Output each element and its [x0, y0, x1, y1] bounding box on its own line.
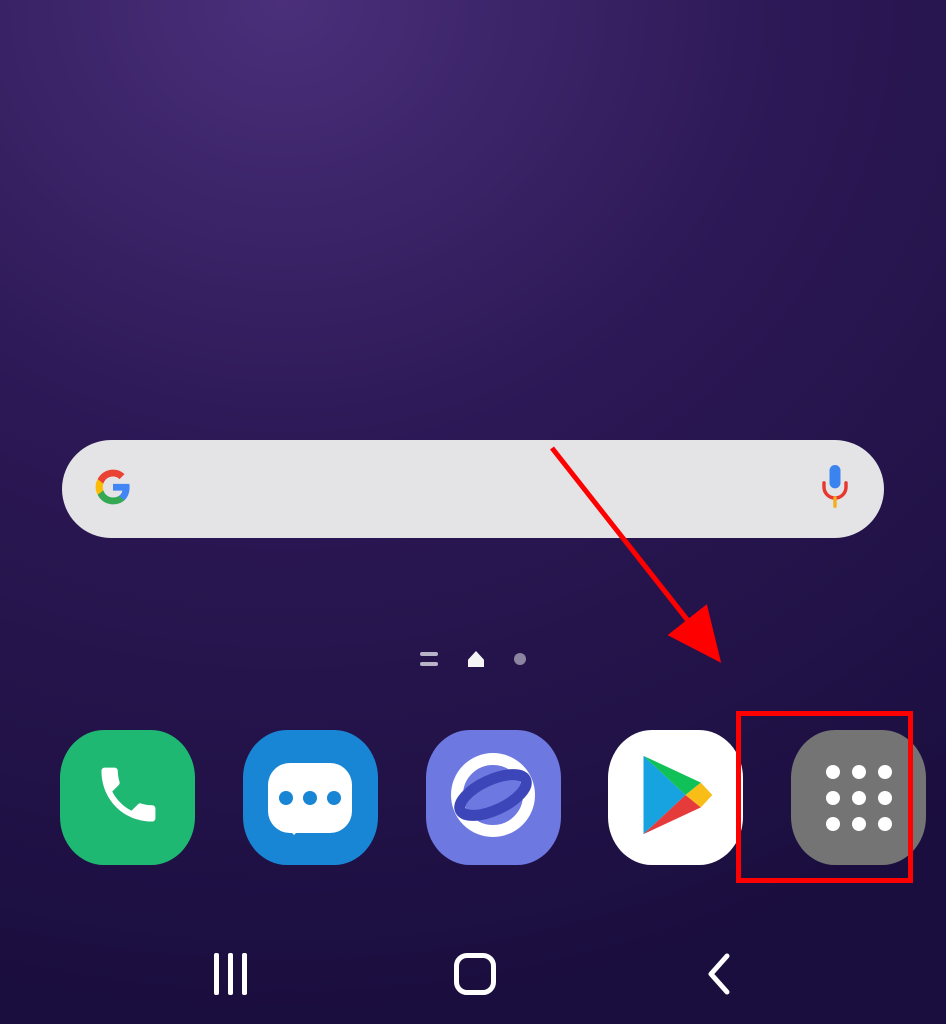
dock [60, 730, 926, 865]
home-button[interactable] [454, 953, 496, 995]
phone-app[interactable] [60, 730, 195, 865]
home-page-indicator-icon[interactable] [468, 651, 484, 667]
recents-button[interactable] [214, 953, 247, 995]
browser-icon [443, 745, 543, 850]
mic-icon[interactable] [818, 465, 852, 514]
play-store-icon [637, 752, 715, 843]
page-indicator [0, 651, 946, 667]
page-2-indicator-icon[interactable] [514, 653, 526, 665]
messages-icon [268, 763, 352, 833]
back-button[interactable] [703, 952, 733, 996]
messages-app[interactable] [243, 730, 378, 865]
internet-browser-app[interactable] [426, 730, 561, 865]
phone-icon [93, 760, 163, 835]
feed-page-indicator-icon[interactable] [420, 652, 438, 666]
play-store-app[interactable] [608, 730, 743, 865]
apps-drawer-button[interactable] [791, 730, 926, 865]
google-search-widget[interactable] [62, 440, 884, 538]
apps-grid-icon [826, 765, 892, 831]
system-navigation-bar [0, 952, 946, 996]
google-logo-icon [94, 468, 132, 511]
